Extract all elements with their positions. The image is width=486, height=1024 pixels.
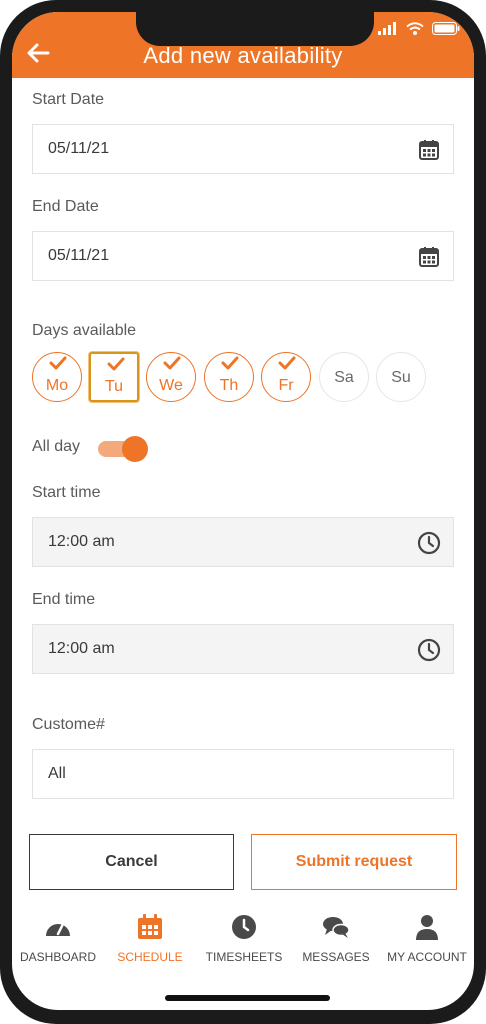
clock-icon[interactable] [417,531,441,555]
nav-label: MESSAGES [302,950,370,964]
user-icon [416,915,438,940]
battery-icon [432,22,460,35]
clock-icon [232,915,256,939]
nav-item-messages[interactable]: MESSAGES [298,912,374,964]
day-label: Su [391,369,411,386]
chat-bubbles-icon [323,917,350,938]
start-date-field[interactable]: 05/11/21 [32,124,454,174]
clock-icon[interactable] [417,638,441,662]
day-toggle-we[interactable]: We [146,352,196,402]
end-date-value: 05/11/21 [48,247,110,264]
end-time-field[interactable]: 12:00 am [32,624,454,674]
day-toggle-mo[interactable]: Mo [32,352,82,402]
nav-item-my-account[interactable]: MY ACCOUNT [384,912,470,964]
day-label: Th [219,377,239,394]
start-time-value: 12:00 am [48,533,115,550]
phone-frame: Add new availability Start Date 05/11/21… [0,0,486,1024]
submit-request-button[interactable]: Submit request [251,834,457,890]
start-time-label: Start time [32,484,101,501]
calendar-icon[interactable] [417,245,441,269]
day-label: Sa [334,369,354,386]
end-date-label: End Date [32,198,99,215]
all-day-label: All day [32,438,81,455]
arrow-left-icon[interactable] [26,42,50,64]
day-label: Tu [104,378,124,395]
calendar-icon[interactable] [417,138,441,162]
status-bar-icons [378,22,460,35]
check-icon [278,356,296,370]
day-toggle-su[interactable]: Su [376,352,426,402]
day-toggle-fr[interactable]: Fr [261,352,311,402]
check-icon [221,356,239,370]
day-toggle-tu[interactable]: Tu [89,352,139,402]
cancel-button[interactable]: Cancel [29,834,234,890]
gauge-icon [46,920,70,936]
app-header: Add new availability [12,12,474,78]
end-time-value: 12:00 am [48,640,115,657]
nav-label: DASHBOARD [19,950,96,964]
customer-field[interactable]: All [32,749,454,799]
customer-value: All [48,765,66,782]
nav-item-timesheets[interactable]: TIMESHEETS [202,912,286,964]
device-notch [136,12,374,46]
wifi-icon [406,22,424,35]
nav-item-schedule[interactable]: SCHEDULE [110,912,190,964]
nav-label: MY ACCOUNT [387,950,467,964]
start-date-value: 05/11/21 [48,140,110,157]
day-label: Mo [45,377,69,394]
day-toggle-sa[interactable]: Sa [319,352,369,402]
nav-label: TIMESHEETS [205,950,283,964]
app-screen: Add new availability Start Date 05/11/21… [12,12,474,1010]
day-label: We [159,377,183,394]
start-time-field[interactable]: 12:00 am [32,517,454,567]
nav-item-dashboard[interactable]: DASHBOARD [18,912,98,964]
customer-label: Custome# [32,716,105,733]
start-date-label: Start Date [32,91,105,108]
day-toggle-th[interactable]: Th [204,352,254,402]
end-time-label: End time [32,591,96,608]
end-date-field[interactable]: 05/11/21 [32,231,454,281]
calendar-icon [138,914,162,939]
check-icon [163,356,181,370]
days-available-label: Days available [32,322,137,339]
page-title: Add new availability [143,43,343,68]
check-icon [49,356,67,370]
all-day-toggle[interactable] [98,434,148,462]
bottom-nav: DASHBOARD SCHEDULE TIMESHEETS MESSAGES M… [12,912,474,976]
nav-label: SCHEDULE [117,950,183,964]
home-indicator [165,995,330,1001]
signal-icon [378,22,396,35]
toggle-knob [122,436,148,462]
day-label: Fr [278,377,294,394]
check-icon [107,357,125,371]
